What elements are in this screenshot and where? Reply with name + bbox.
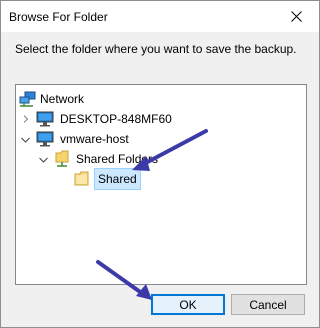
chevron-right-icon[interactable] [22,115,30,123]
dialog-title: Browse For Folder [9,10,108,24]
chevron-down-icon[interactable] [21,136,30,144]
tree-node-desktop-848mf60[interactable]: DESKTOP-848MF60 [18,109,172,129]
shared-folder-icon [55,150,69,167]
tree-node-shared-folders[interactable]: Shared Folders [36,149,158,169]
tree-node-label: DESKTOP-848MF60 [60,112,172,126]
browse-for-folder-dialog: Browse For Folder Select the folder wher… [0,0,320,328]
folder-icon [74,171,89,186]
network-icon [19,91,36,107]
title-bar: Browse For Folder [1,1,319,32]
folder-tree[interactable]: Network DESKTOP-848MF60 vmware-host Shar… [15,84,307,285]
close-icon [291,11,302,22]
tree-node-shared[interactable]: Shared [72,168,141,190]
chevron-down-icon[interactable] [39,156,48,164]
cancel-button[interactable]: Cancel [231,294,305,315]
computer-icon [36,131,54,147]
computer-icon [36,111,54,127]
ok-button[interactable]: OK [151,294,225,315]
close-button[interactable] [275,1,319,32]
tree-node-label-selected: Shared [94,168,141,190]
tree-node-label: vmware-host [60,132,129,146]
tree-node-network[interactable]: Network [18,89,84,109]
tree-node-label: Shared Folders [76,152,159,166]
tree-node-label: Network [40,92,85,106]
tree-node-vmware-host[interactable]: vmware-host [18,129,129,149]
instruction-text: Select the folder where you want to save… [15,42,297,56]
